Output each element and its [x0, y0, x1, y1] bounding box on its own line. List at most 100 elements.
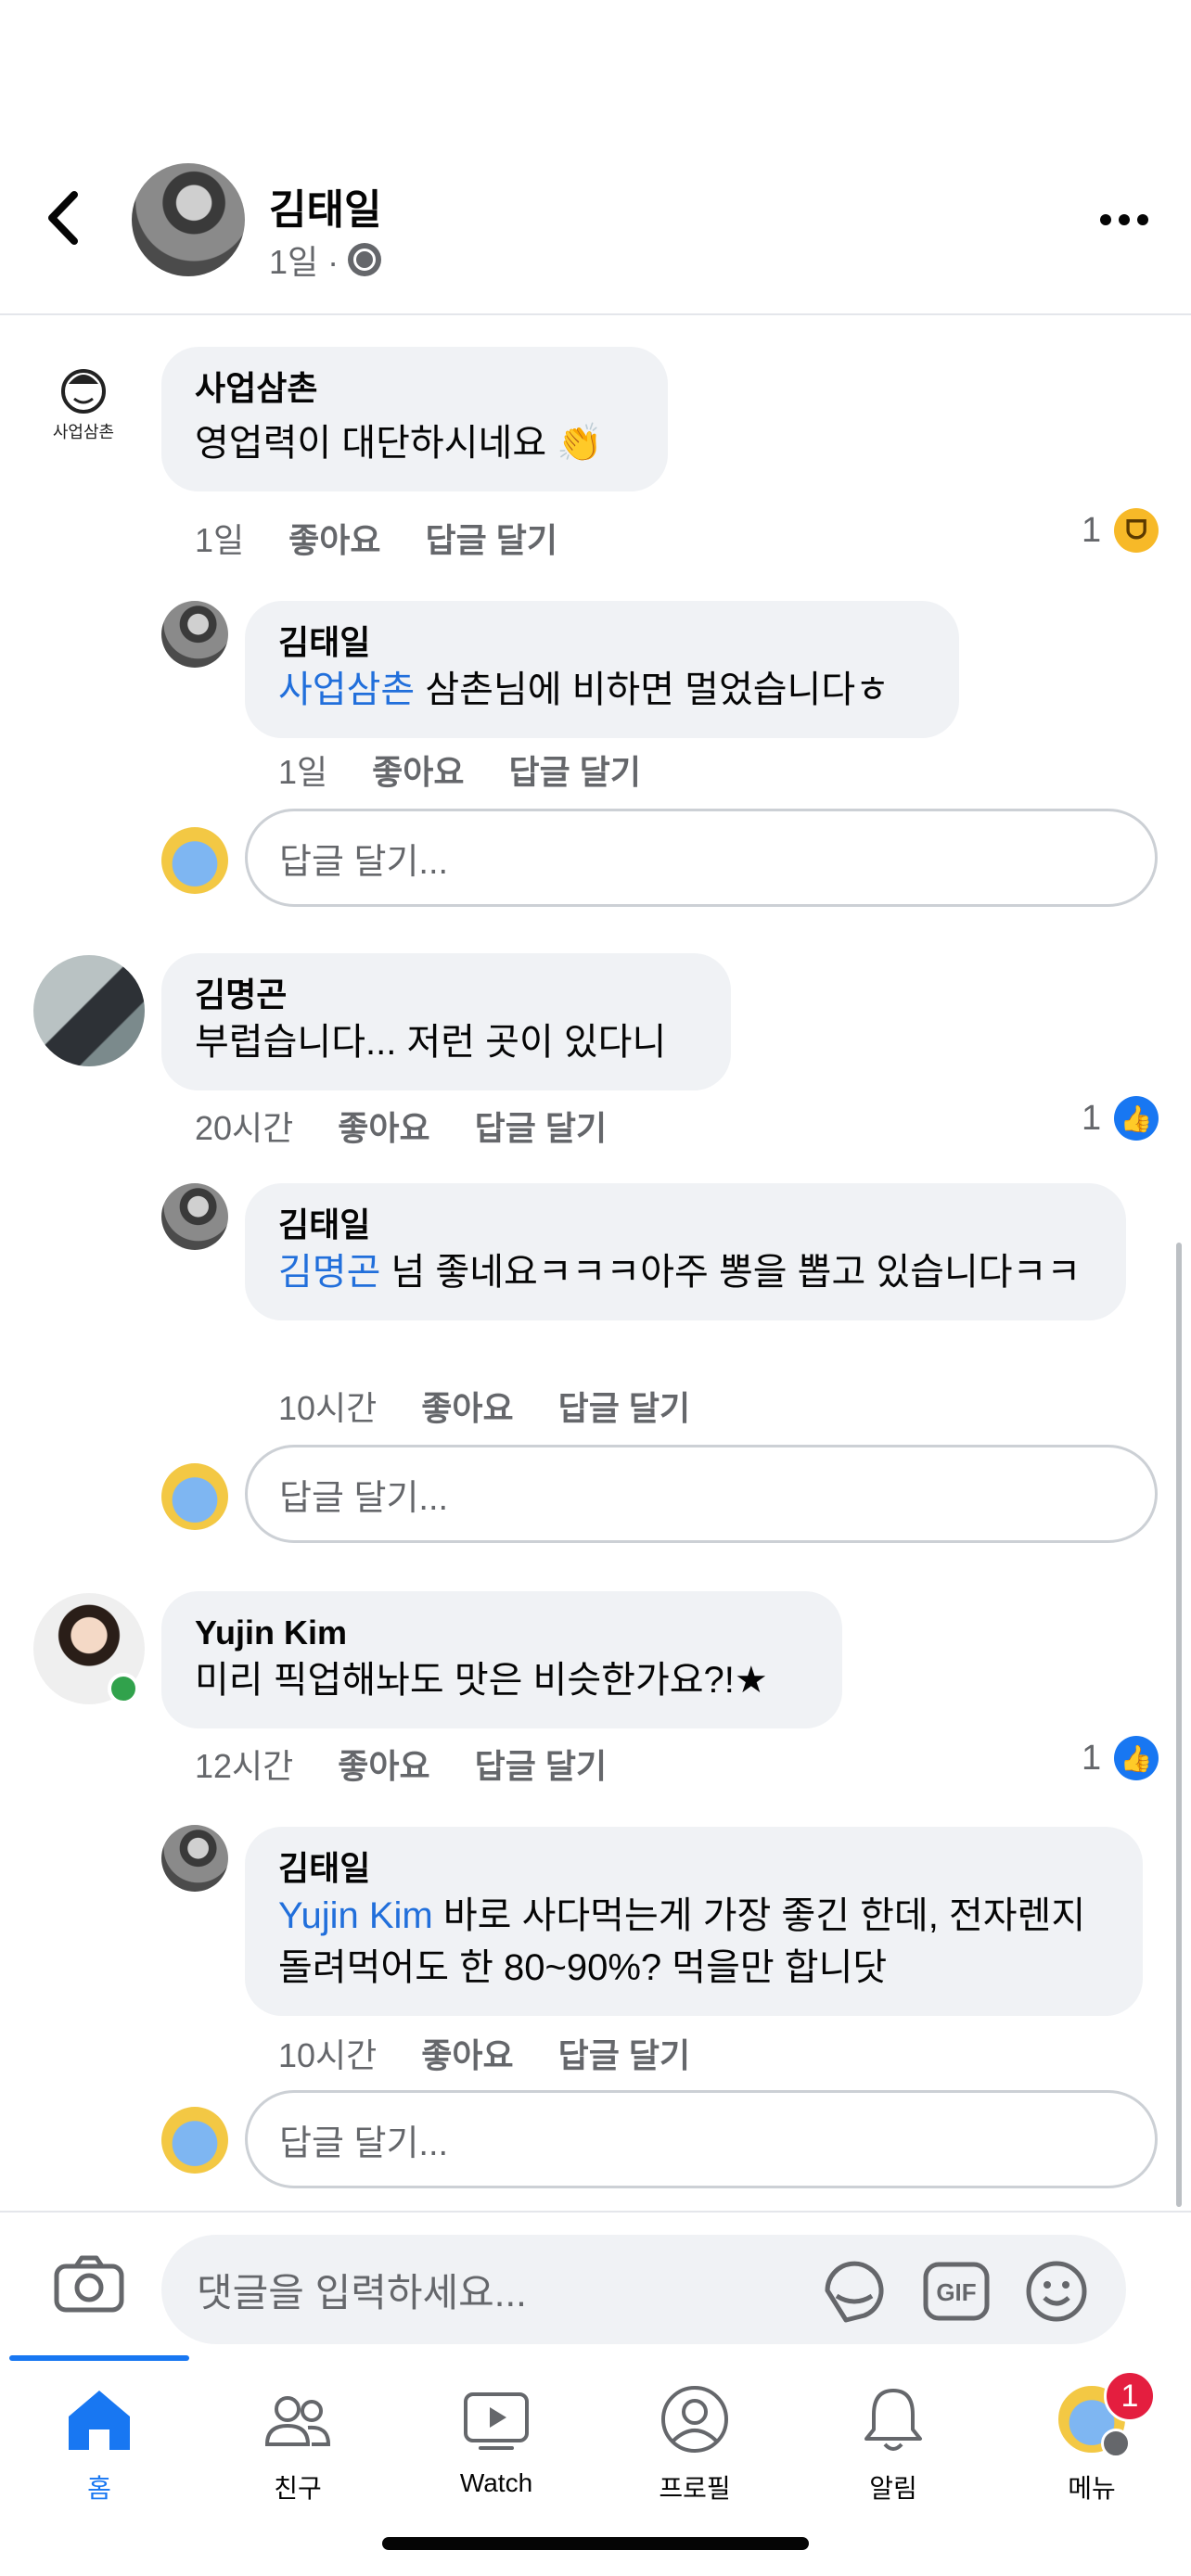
like-icon: 👍 — [1114, 1736, 1159, 1780]
tab-watch[interactable]: Watch — [397, 2383, 596, 2541]
user-avatar — [161, 827, 228, 894]
comment-thread: 사업삼촌 사업삼촌 영업력이 대단하시네요 👏 1일 좋아요 답글 달기 1 ᗜ… — [0, 317, 1191, 2209]
comment-time: 20시간 — [195, 1109, 294, 1147]
online-status-dot — [108, 1673, 139, 1704]
tab-friends[interactable]: 친구 — [198, 2383, 397, 2541]
reply-button[interactable]: 답글 달기 — [475, 1102, 607, 1150]
back-arrow-icon[interactable] — [41, 185, 87, 250]
bell-icon — [864, 2389, 922, 2451]
gif-icon[interactable]: GIF — [922, 2259, 991, 2324]
comment-actions: 12시간 좋아요 답글 달기 — [195, 1740, 607, 1788]
watch-icon — [464, 2392, 529, 2450]
comment-placeholder: 댓글을 입력하세요... — [197, 2270, 527, 2315]
author-name[interactable]: 김태일 — [269, 176, 381, 236]
tab-label: Watch — [459, 2468, 533, 2497]
reaction-summary[interactable]: 1 ᗜ — [1082, 508, 1159, 553]
reaction-summary[interactable]: 1 👍 — [1082, 1736, 1159, 1780]
comment-time: 1일 — [195, 521, 245, 559]
sticker-icon[interactable] — [820, 2259, 889, 2324]
tab-home[interactable]: 홈 — [0, 2383, 198, 2541]
like-button[interactable]: 좋아요 — [372, 746, 464, 794]
svg-text:사업삼촌: 사업삼촌 — [53, 423, 114, 441]
reply-input[interactable]: 답글 달기... — [245, 2090, 1158, 2188]
reply-button[interactable]: 답글 달기 — [426, 514, 557, 562]
active-tab-indicator — [9, 2355, 189, 2361]
notification-badge: 1 — [1104, 2370, 1156, 2422]
reaction-count: 1 — [1082, 510, 1102, 550]
reply-bubble[interactable]: 김태일 김명곤 넘 좋네요ㅋㅋㅋ아주 뽕을 뽑고 있습니다ㅋㅋ — [245, 1183, 1126, 1320]
reply-time: 10시간 — [278, 1389, 378, 1427]
comment-bubble[interactable]: 사업삼촌 영업력이 대단하시네요 👏 — [161, 347, 668, 491]
reply-text: 김명곤 넘 좋네요ㅋㅋㅋ아주 뽕을 뽑고 있습니다ㅋㅋ — [278, 1246, 1093, 1298]
dot-icon — [1119, 214, 1130, 225]
comment-text: 영업력이 대단하시네요 👏 — [195, 423, 604, 464]
profile-icon — [661, 2386, 728, 2453]
post-meta: 1일 · — [269, 236, 382, 284]
comment-author[interactable]: Yujin Kim — [195, 1612, 809, 1654]
comment-author[interactable]: 사업삼촌 — [195, 367, 634, 410]
comment-bubble[interactable]: Yujin Kim 미리 픽업해놔도 맛은 비슷한가요?!★ — [161, 1591, 842, 1728]
tab-profile[interactable]: 프로필 — [596, 2383, 794, 2541]
commenter-avatar[interactable] — [33, 955, 145, 1066]
commenter-avatar[interactable]: 사업삼촌 — [28, 345, 139, 456]
reaction-count: 1 — [1082, 1738, 1102, 1778]
like-button[interactable]: 좋아요 — [421, 2029, 513, 2077]
more-options-button[interactable] — [1100, 206, 1152, 234]
post-time: 1일 · — [269, 243, 339, 281]
reply-avatar[interactable] — [161, 1825, 228, 1892]
user-avatar — [161, 2107, 228, 2174]
tab-label: 알림 — [869, 2474, 917, 2503]
reply-author[interactable]: 김태일 — [278, 1204, 1093, 1246]
comment-text: 미리 픽업해놔도 맛은 비슷한가요?!★ — [195, 1660, 768, 1701]
tab-label: 메뉴 — [1068, 2474, 1116, 2503]
tab-label: 프로필 — [659, 2474, 731, 2503]
reply-text: 사업삼촌 삼촌님에 비하면 멀었습니다ㅎ — [278, 664, 926, 716]
mention-link[interactable]: 사업삼촌 — [278, 670, 415, 710]
comment-author[interactable]: 김명곤 — [195, 974, 698, 1016]
reaction-summary[interactable]: 1 👍 — [1082, 1096, 1159, 1141]
reply-button[interactable]: 답글 달기 — [509, 746, 641, 794]
tab-menu[interactable]: 메뉴 — [992, 2383, 1191, 2541]
reply-text: Yujin Kim 바로 사다먹는게 가장 좋긴 한데, 전자렌지 돌려먹어도 … — [278, 1890, 1109, 1994]
reply-body: 넘 좋네요ㅋㅋㅋ아주 뽕을 뽑고 있습니다ㅋㅋ — [380, 1252, 1082, 1293]
camera-icon[interactable] — [54, 2255, 124, 2313]
comment-text: 부럽습니다... 저런 곳이 있다니 — [195, 1022, 667, 1063]
reply-button[interactable]: 답글 달기 — [558, 2029, 690, 2077]
home-indicator[interactable] — [382, 2537, 809, 2550]
dot-icon — [1137, 214, 1148, 225]
reply-time: 1일 — [278, 753, 328, 791]
reply-bubble[interactable]: 김태일 사업삼촌 삼촌님에 비하면 멀었습니다ㅎ — [245, 601, 959, 738]
comment-actions: 20시간 좋아요 답글 달기 — [195, 1102, 607, 1150]
reply-button[interactable]: 답글 달기 — [558, 1382, 690, 1430]
dot-icon — [1100, 214, 1111, 225]
reply-bubble[interactable]: 김태일 Yujin Kim 바로 사다먹는게 가장 좋긴 한데, 전자렌지 돌려… — [245, 1827, 1143, 2016]
reply-author[interactable]: 김태일 — [278, 1847, 1109, 1890]
emoji-icon[interactable] — [1022, 2259, 1091, 2324]
mention-link[interactable]: Yujin Kim — [278, 1895, 433, 1936]
scrollbar[interactable] — [1176, 1243, 1182, 2207]
post-header: 김태일 1일 · — [0, 0, 1191, 315]
home-icon — [69, 2391, 130, 2450]
comment-composer: 댓글을 입력하세요... GIF — [0, 2211, 1191, 2355]
reply-avatar[interactable] — [161, 1183, 228, 1250]
tab-label: 홈 — [87, 2474, 111, 2503]
svg-text:GIF: GIF — [936, 2278, 976, 2306]
reply-author[interactable]: 김태일 — [278, 621, 926, 664]
like-button[interactable]: 좋아요 — [338, 1102, 429, 1150]
reply-button[interactable]: 답글 달기 — [475, 1740, 607, 1788]
reply-input[interactable]: 답글 달기... — [245, 1445, 1158, 1543]
reply-input[interactable]: 답글 달기... — [245, 809, 1158, 907]
like-button[interactable]: 좋아요 — [338, 1740, 429, 1788]
reply-actions: 10시간 좋아요 답글 달기 — [278, 1382, 690, 1430]
like-button[interactable]: 좋아요 — [421, 1382, 513, 1430]
reply-avatar[interactable] — [161, 601, 228, 668]
haha-icon: ᗜ — [1114, 508, 1159, 553]
tab-notifications[interactable]: 알림 — [794, 2383, 992, 2541]
reply-time: 10시간 — [278, 2036, 378, 2074]
like-button[interactable]: 좋아요 — [288, 514, 380, 562]
user-avatar — [161, 1463, 228, 1530]
mention-link[interactable]: 김명곤 — [278, 1252, 380, 1293]
comment-bubble[interactable]: 김명곤 부럽습니다... 저런 곳이 있다니 — [161, 953, 731, 1090]
author-avatar[interactable] — [132, 163, 245, 276]
comment-actions: 1일 좋아요 답글 달기 — [195, 514, 557, 562]
